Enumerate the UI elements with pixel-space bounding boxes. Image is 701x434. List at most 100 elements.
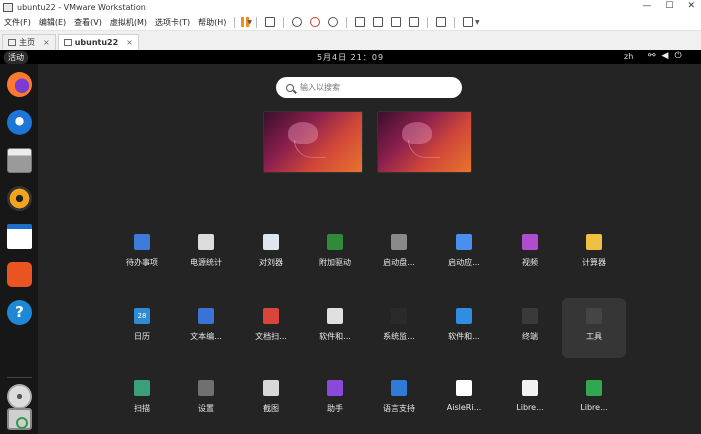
power-icon: ⏻ bbox=[674, 51, 682, 61]
vm-guest-screen[interactable]: 活动 5月4日 21：09 zh ⚯ ◀ ⏻ ? 输入以搜索 待办事项 电源统计… bbox=[0, 50, 701, 434]
app-tile[interactable]: 对刘器 bbox=[239, 224, 303, 284]
library-icon[interactable] bbox=[391, 17, 402, 27]
app-icon bbox=[263, 380, 279, 396]
app-tile[interactable]: 终端 bbox=[498, 298, 562, 358]
snapshot-icon[interactable] bbox=[292, 17, 303, 27]
app-icon bbox=[134, 380, 150, 396]
title-bar: ubuntu22 - VMware Workstation — ☐ ✕ bbox=[0, 0, 701, 14]
home-icon bbox=[8, 39, 16, 46]
app-tile[interactable]: 语言支持 bbox=[367, 370, 431, 430]
menu-tabs[interactable]: 选项卡(T) bbox=[151, 17, 194, 28]
snapshot-manager-icon[interactable] bbox=[328, 17, 339, 27]
search-field[interactable]: 输入以搜索 bbox=[276, 77, 462, 98]
app-label: Libre... bbox=[516, 403, 544, 412]
app-tile[interactable]: 待办事项 bbox=[110, 224, 174, 284]
app-tile[interactable]: 视频 bbox=[498, 224, 562, 284]
minimize-button[interactable]: — bbox=[642, 1, 651, 11]
tab-ubuntu22[interactable]: ubuntu22 × bbox=[57, 34, 139, 50]
app-icon: 28 bbox=[134, 308, 150, 324]
app-label: 视频 bbox=[522, 258, 538, 267]
system-menu[interactable]: ⚯ ◀ ⏻ bbox=[648, 51, 682, 61]
app-tile[interactable]: 工具 bbox=[562, 298, 626, 358]
close-icon[interactable]: × bbox=[126, 38, 133, 47]
menu-view[interactable]: 查看(V) bbox=[70, 17, 106, 28]
app-tile[interactable]: 文档扫... bbox=[239, 298, 303, 358]
chevron-down-icon[interactable]: ▼ bbox=[475, 19, 480, 26]
app-label: 截图 bbox=[263, 404, 279, 413]
help-icon[interactable]: ? bbox=[7, 300, 32, 325]
ubuntu-software-icon[interactable] bbox=[7, 262, 32, 287]
app-tile[interactable]: 计算器 bbox=[562, 224, 626, 284]
libreoffice-writer-icon[interactable] bbox=[7, 224, 32, 249]
app-label: 附加驱动 bbox=[319, 258, 351, 267]
thumbnail-icon[interactable] bbox=[373, 17, 384, 27]
app-tile[interactable]: 附加驱动 bbox=[303, 224, 367, 284]
app-icon bbox=[586, 234, 602, 250]
dvd-icon[interactable] bbox=[7, 384, 32, 409]
search-placeholder: 输入以搜索 bbox=[300, 83, 340, 92]
app-tile[interactable]: 助手 bbox=[303, 370, 367, 430]
menu-help[interactable]: 帮助(H) bbox=[194, 17, 230, 28]
app-tile[interactable]: 软件和... bbox=[432, 298, 496, 358]
app-icon bbox=[522, 308, 538, 324]
close-button[interactable]: ✕ bbox=[687, 1, 695, 11]
sidebar-toggle-icon[interactable] bbox=[355, 17, 366, 27]
vmware-app-icon bbox=[3, 2, 13, 12]
maximize-button[interactable]: ☐ bbox=[665, 1, 673, 11]
app-tile[interactable]: 软件和... bbox=[303, 298, 367, 358]
stretch-icon[interactable] bbox=[463, 17, 474, 27]
app-tile[interactable]: 截图 bbox=[239, 370, 303, 430]
app-tile[interactable]: 28 日历 bbox=[110, 298, 174, 358]
revert-snapshot-icon[interactable] bbox=[310, 17, 321, 27]
app-icon bbox=[586, 380, 602, 396]
app-tile[interactable]: 启动应... bbox=[432, 224, 496, 284]
app-tile[interactable]: 文本编... bbox=[174, 298, 238, 358]
trash-icon[interactable] bbox=[7, 408, 32, 430]
app-label: 工具 bbox=[586, 332, 602, 341]
toolbar-divider bbox=[454, 16, 456, 28]
thunderbird-icon[interactable] bbox=[7, 110, 32, 135]
app-label: 扫描 bbox=[134, 404, 150, 413]
app-tile[interactable]: 设置 bbox=[174, 370, 238, 430]
app-icon bbox=[456, 380, 472, 396]
app-icon bbox=[198, 308, 214, 324]
app-label: 软件和... bbox=[319, 332, 351, 341]
toolbar-divider bbox=[346, 16, 348, 28]
menu-vm[interactable]: 虚拟机(M) bbox=[106, 17, 151, 28]
menu-file[interactable]: 文件(F) bbox=[0, 17, 35, 28]
app-tile[interactable]: AisleRi... bbox=[432, 370, 496, 430]
clock[interactable]: 5月4日 21：09 bbox=[0, 52, 701, 63]
menu-edit[interactable]: 编辑(E) bbox=[35, 17, 70, 28]
app-tile[interactable]: Libre... bbox=[562, 370, 626, 430]
toolbar-divider bbox=[427, 16, 429, 28]
toolbar-divider bbox=[283, 16, 285, 28]
wallpaper-tentacle bbox=[294, 140, 326, 158]
app-label: 软件和... bbox=[448, 332, 480, 341]
fullscreen-icon[interactable] bbox=[409, 17, 420, 27]
app-icon bbox=[522, 234, 538, 250]
app-label: 系统监... bbox=[383, 332, 415, 341]
app-tile[interactable]: 电源统计 bbox=[174, 224, 238, 284]
app-icon bbox=[456, 308, 472, 324]
files-icon[interactable] bbox=[7, 148, 32, 173]
chevron-down-icon[interactable]: ▼ bbox=[247, 19, 252, 26]
app-label: 语言支持 bbox=[383, 404, 415, 413]
menu-toolbar: 文件(F) 编辑(E) 查看(V) 虚拟机(M) 选项卡(T) 帮助(H) ▼ … bbox=[0, 14, 701, 31]
send-keys-icon[interactable] bbox=[265, 17, 276, 27]
app-tile[interactable]: 扫描 bbox=[110, 370, 174, 430]
app-label: 电源统计 bbox=[190, 258, 222, 267]
firefox-icon[interactable] bbox=[7, 72, 32, 97]
tab-home[interactable]: 主页 × bbox=[2, 34, 56, 50]
input-language-indicator[interactable]: zh bbox=[624, 52, 633, 61]
close-icon[interactable]: × bbox=[43, 38, 50, 47]
app-tile[interactable]: Libre... bbox=[498, 370, 562, 430]
app-label: Libre... bbox=[580, 403, 608, 412]
search-icon bbox=[286, 83, 294, 92]
console-view-icon[interactable] bbox=[436, 17, 447, 27]
app-tile[interactable]: 系统监... bbox=[367, 298, 431, 358]
rhythmbox-icon[interactable] bbox=[7, 186, 32, 211]
workspace-thumbnail-2[interactable] bbox=[377, 111, 472, 173]
app-tile[interactable]: 启动盘... bbox=[367, 224, 431, 284]
app-label: 文档扫... bbox=[255, 332, 287, 341]
workspace-thumbnail-1[interactable] bbox=[263, 111, 363, 173]
